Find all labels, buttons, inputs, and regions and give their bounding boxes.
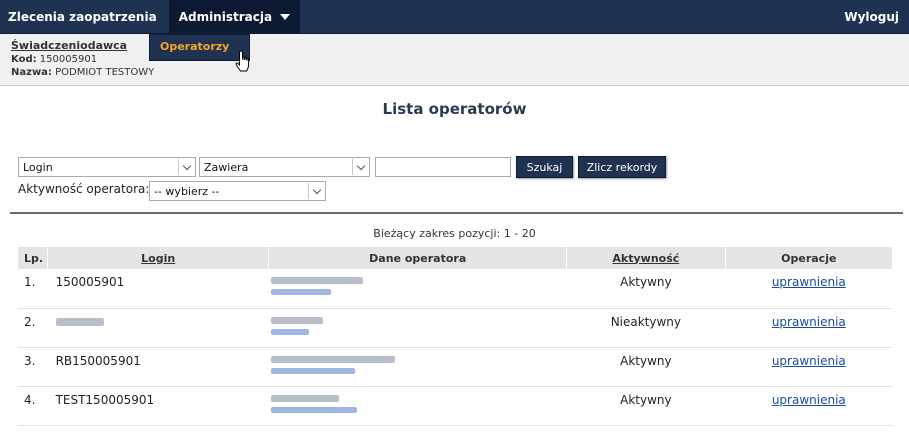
column-header-login[interactable]: Login	[47, 247, 270, 269]
page-title: Lista operatorów	[382, 100, 527, 118]
cell-operator-data	[268, 308, 567, 348]
search-condition-select[interactable]: Zawiera	[199, 157, 370, 177]
permissions-link[interactable]: uprawnienia	[772, 275, 846, 289]
select-value: Login	[23, 160, 53, 174]
code-value: 150005901	[39, 54, 98, 65]
tab-administracja[interactable]: Administracja	[168, 0, 301, 33]
cell-actions: uprawnienia	[725, 308, 893, 348]
cell-status: Nieaktywny	[566, 308, 726, 348]
cell-login: 150005901	[47, 269, 269, 309]
cell-lp: 1.	[18, 269, 48, 309]
table-row: 1. 150005901 Aktywny uprawnienia	[18, 269, 893, 309]
activity-select[interactable]: -- wybierz --	[149, 181, 326, 201]
permissions-link[interactable]: uprawnienia	[772, 393, 846, 407]
redacted-text	[270, 355, 395, 363]
column-header-aktywnosc[interactable]: Aktywność	[566, 247, 726, 269]
select-value: Zawiera	[204, 160, 249, 174]
operators-table: Lp. Login Dane operatora Aktywność Opera…	[18, 247, 894, 426]
redacted-text	[55, 317, 104, 326]
redacted-text	[270, 277, 363, 284]
name-label: Nazwa:	[11, 67, 52, 78]
cell-actions: uprawnienia	[725, 347, 893, 387]
search-button[interactable]: Szukaj	[516, 156, 573, 178]
redacted-text	[270, 394, 339, 402]
redacted-text	[270, 367, 355, 374]
logout-label: Wyloguj	[844, 9, 899, 24]
cell-lp: 4.	[18, 386, 48, 426]
cell-status: Aktywny	[566, 347, 726, 387]
cell-status: Aktywny	[566, 386, 726, 426]
tab-label: Administracja	[178, 9, 273, 24]
code-label: Kod:	[11, 54, 37, 65]
cell-actions: uprawnienia	[725, 386, 893, 426]
top-navigation-bar: Zlecenia zaopatrzenia Administracja Wylo…	[0, 0, 909, 34]
table-row: 4. TEST150005901 Aktywny uprawnienia	[18, 386, 893, 426]
column-header-dane: Dane operatora	[268, 247, 568, 269]
provider-name: Nazwa: PODMIOT TESTOWY	[11, 67, 154, 78]
select-value: -- wybierz --	[154, 184, 220, 198]
table-row: 3. RB150005901 Aktywny uprawnienia	[18, 347, 893, 387]
cell-operator-data	[268, 269, 567, 309]
redacted-text	[270, 289, 331, 295]
permissions-link[interactable]: uprawnienia	[772, 354, 846, 368]
column-header-lp: Lp.	[18, 247, 49, 269]
cell-login: RB150005901	[47, 347, 269, 387]
cell-login: TEST150005901	[47, 386, 269, 426]
table-header-row: Lp. Login Dane operatora Aktywność Opera…	[18, 247, 894, 269]
caret-down-icon	[280, 13, 291, 20]
cell-operator-data	[268, 386, 567, 426]
menu-item-operatorzy[interactable]: Operatorzy	[160, 40, 229, 53]
table-row: 2. Nieaktywny uprawnienia	[18, 308, 893, 348]
hand-cursor-icon	[235, 50, 250, 72]
logout-link[interactable]: Wyloguj	[834, 0, 909, 33]
provider-heading-link[interactable]: Świadczeniodawca	[11, 39, 127, 52]
cell-actions: uprawnienia	[725, 269, 893, 309]
redacted-text	[270, 406, 357, 413]
redacted-text	[270, 328, 309, 335]
activity-label: Aktywność operatora:	[18, 182, 150, 196]
cell-lp: 2.	[18, 308, 48, 348]
count-records-button[interactable]: Zlicz rekordy	[578, 156, 666, 178]
tab-zlecenia-zaopatrzenia[interactable]: Zlecenia zaopatrzenia	[0, 0, 169, 33]
column-header-operacje: Operacje	[725, 247, 894, 269]
cell-status: Aktywny	[566, 269, 726, 309]
provider-code: Kod: 150005901	[11, 54, 97, 65]
search-field-select[interactable]: Login	[18, 157, 196, 177]
cell-operator-data	[268, 347, 567, 387]
tab-label: Zlecenia zaopatrzenia	[8, 9, 157, 24]
name-value: PODMIOT TESTOWY	[55, 67, 155, 78]
provider-info-panel: Świadczeniodawca Kod: 150005901 Nazwa: P…	[0, 34, 909, 86]
search-text-input[interactable]	[375, 157, 511, 177]
permissions-link[interactable]: uprawnienia	[772, 315, 846, 329]
chevron-down-icon	[178, 159, 194, 175]
chevron-down-icon	[308, 183, 324, 199]
redacted-text	[270, 316, 323, 324]
range-info: Bieżący zakres pozycji: 1 - 20	[373, 227, 536, 240]
divider	[10, 212, 903, 214]
chevron-down-icon	[352, 159, 368, 175]
cell-lp: 3.	[18, 347, 48, 387]
cell-login	[47, 308, 269, 348]
